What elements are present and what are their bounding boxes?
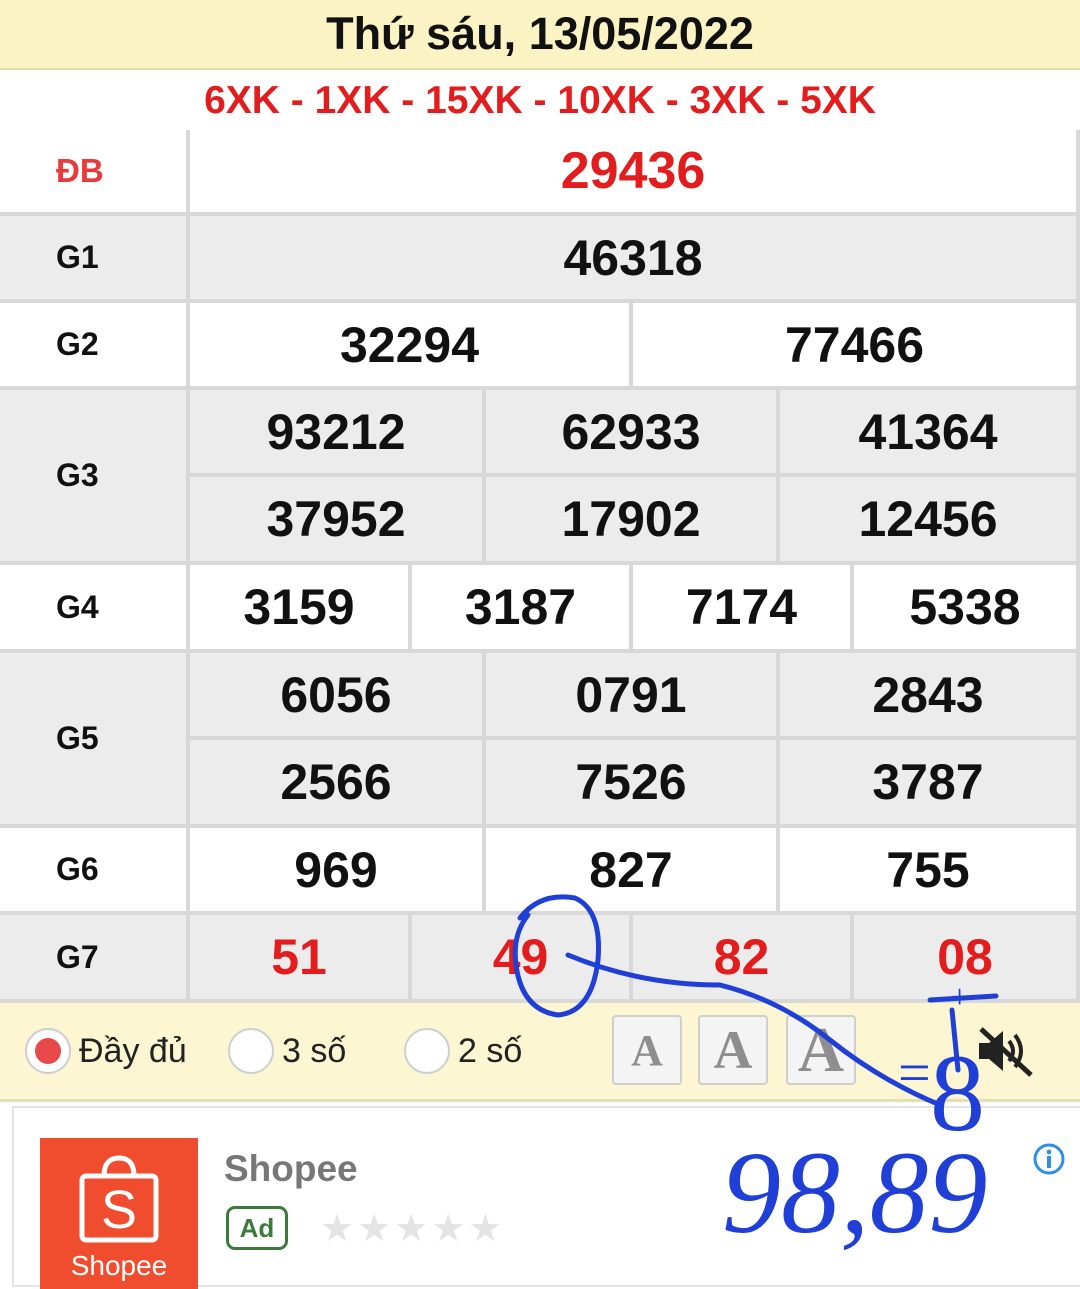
radio-button[interactable] xyxy=(404,1028,450,1074)
font-size-small-button[interactable]: A xyxy=(612,1015,682,1085)
number-cell: 3787 xyxy=(780,740,1080,828)
number-cell: 32294 xyxy=(190,303,633,390)
row-db: ĐB 29436 xyxy=(0,130,1080,216)
number-cell: 37952 xyxy=(190,477,486,565)
svg-text:S: S xyxy=(101,1180,137,1240)
prize-label-g7: G7 xyxy=(0,915,190,1003)
shopee-ad[interactable]: S Shopee Shopee Ad ★★★★★ xyxy=(12,1106,1080,1289)
prize-label-g4: G4 xyxy=(0,565,190,653)
number-cell: 77466 xyxy=(633,303,1080,390)
row-g2: G2 32294 77466 xyxy=(0,303,1080,390)
row-g7: G7 51 49 82 08 xyxy=(0,915,1080,1003)
radio-3-digits[interactable]: 3 số xyxy=(228,1025,346,1077)
prize-label-g5: G5 xyxy=(0,653,190,828)
row-g4: G4 3159 3187 7174 5338 xyxy=(0,565,1080,653)
number-cell: 2843 xyxy=(780,653,1080,740)
radio-label: 2 số xyxy=(458,1031,523,1070)
prize-label-db: ĐB xyxy=(0,130,190,216)
number-cell: 755 xyxy=(780,828,1080,915)
number-cell: 62933 xyxy=(486,390,780,477)
date-header: Thứ sáu, 13/05/2022 xyxy=(0,0,1080,70)
number-cell: 0791 xyxy=(486,653,780,740)
number-cell: 969 xyxy=(190,828,486,915)
font-size-large-button[interactable]: A xyxy=(786,1014,856,1085)
row-g1: G1 46318 xyxy=(0,216,1080,303)
number-cell: 7526 xyxy=(486,740,780,828)
number-cell: 3187 xyxy=(412,565,633,653)
number-cell: 6056 xyxy=(190,653,486,740)
number-cell: 51 xyxy=(190,915,412,1003)
prize-label-g3: G3 xyxy=(0,390,190,565)
number-cell: 29436 xyxy=(190,130,1080,216)
prize-label-g1: G1 xyxy=(0,216,190,303)
shopping-bag-icon: S xyxy=(79,1155,159,1243)
shopee-logo-text: Shopee xyxy=(70,1250,168,1281)
font-size-medium-button[interactable]: A xyxy=(698,1015,768,1085)
shopee-logo[interactable]: S Shopee xyxy=(40,1138,198,1289)
ad-badge: Ad xyxy=(226,1206,288,1250)
number-cell: 41364 xyxy=(780,390,1080,477)
info-icon[interactable] xyxy=(1032,1142,1066,1176)
number-cell: 7174 xyxy=(633,565,854,653)
prize-label-g6: G6 xyxy=(0,828,190,915)
radio-2-digits[interactable]: 2 số xyxy=(404,1025,522,1077)
number-cell: 3159 xyxy=(190,565,412,653)
radio-label: 3 số xyxy=(282,1031,347,1070)
lottery-results-screen: Thứ sáu, 13/05/2022 6XK - 1XK - 15XK - 1… xyxy=(0,0,1080,1289)
radio-button[interactable] xyxy=(228,1028,274,1074)
number-cell: 93212 xyxy=(190,390,486,477)
number-cell: 5338 xyxy=(854,565,1080,653)
number-cell: 17902 xyxy=(486,477,780,565)
row-g3: G3 93212 62933 41364 37952 17902 12456 xyxy=(0,390,1080,565)
display-options-bar: Đầy đủ 3 số 2 số A A A xyxy=(0,1003,1080,1102)
rating-stars: ★★★★★ xyxy=(320,1208,506,1250)
number-cell: 82 xyxy=(633,915,854,1003)
number-cell: 46318 xyxy=(190,216,1080,303)
ad-app-name[interactable]: Shopee xyxy=(224,1148,358,1190)
number-cell: 12456 xyxy=(780,477,1080,565)
number-cell: 49 xyxy=(412,915,633,1003)
number-cell: 827 xyxy=(486,828,780,915)
number-cell: 08 xyxy=(854,915,1080,1003)
radio-full[interactable]: Đầy đủ xyxy=(25,1025,187,1077)
radio-button-selected[interactable] xyxy=(25,1028,71,1074)
row-g6: G6 969 827 755 xyxy=(0,828,1080,915)
number-cell: 2566 xyxy=(190,740,486,828)
draw-codes: 6XK - 1XK - 15XK - 10XK - 3XK - 5XK xyxy=(0,72,1080,133)
speaker-muted-icon[interactable] xyxy=(975,1025,1035,1077)
prize-label-g2: G2 xyxy=(0,303,190,390)
row-g5: G5 6056 0791 2843 2566 7526 3787 xyxy=(0,653,1080,828)
radio-label: Đầy đủ xyxy=(79,1031,187,1070)
